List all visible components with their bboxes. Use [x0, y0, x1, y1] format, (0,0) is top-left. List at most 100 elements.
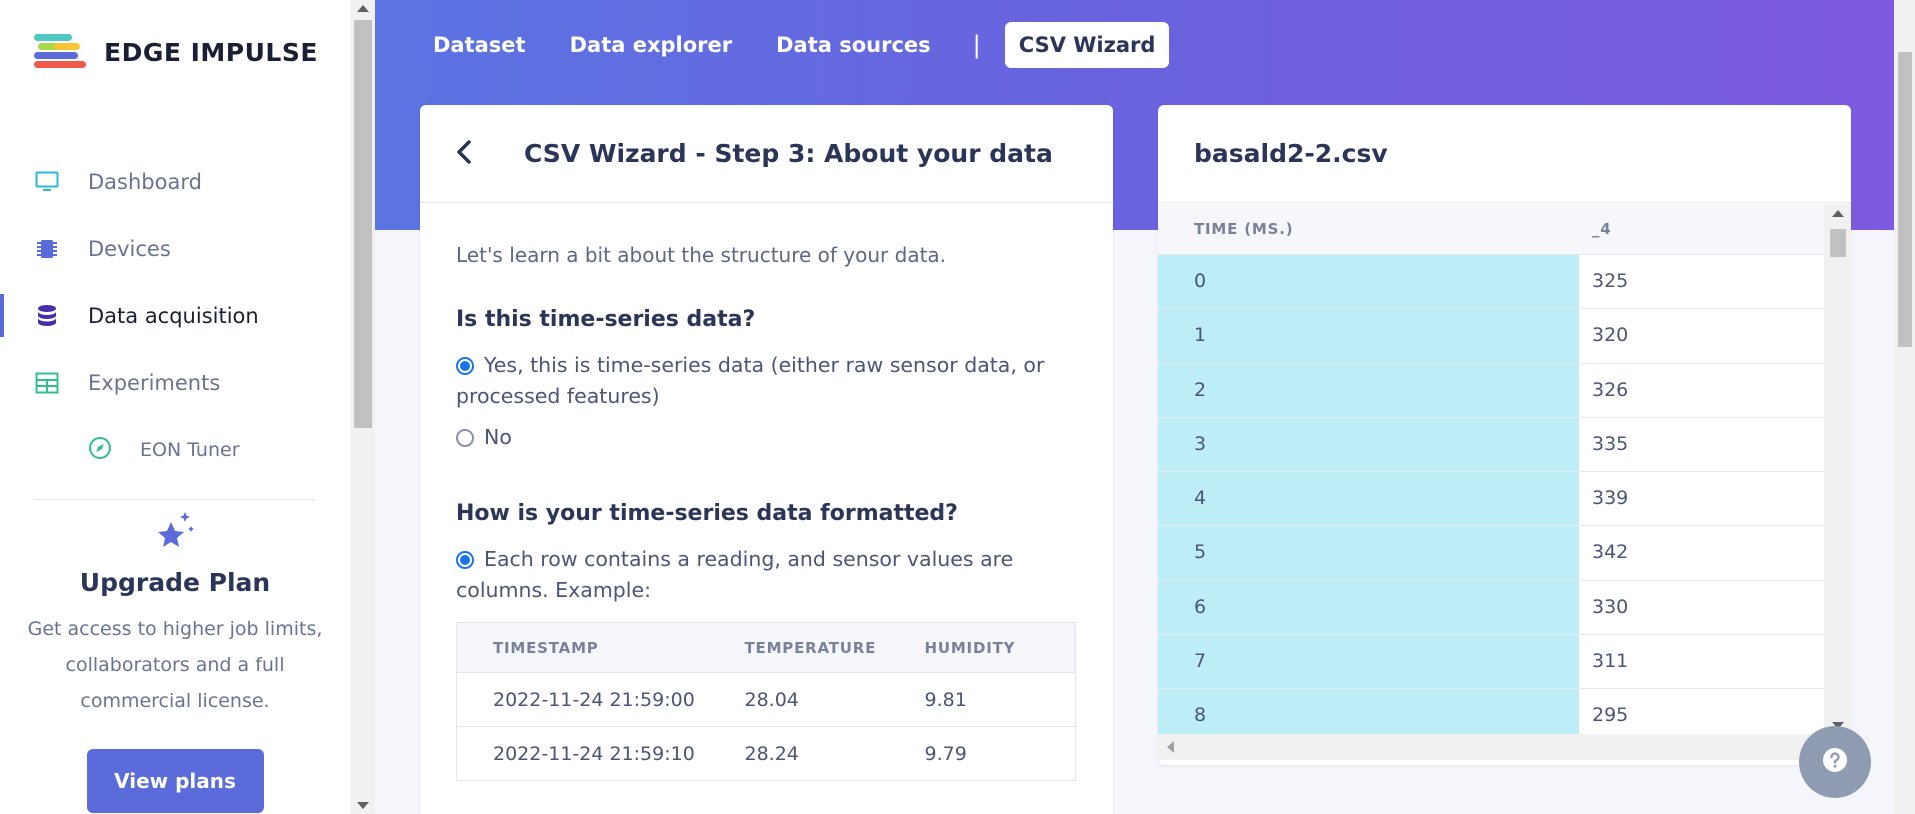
- table-cell: 326: [1592, 378, 1629, 401]
- compass-icon: [88, 436, 112, 464]
- sidebar-item-label: Data acquisition: [88, 303, 259, 328]
- column-header: HUMIDITY: [888, 622, 1076, 673]
- sidebar-scrollbar[interactable]: [351, 0, 375, 814]
- column-header[interactable]: TIME (MS.): [1194, 220, 1293, 238]
- table-row: 3 335: [1158, 417, 1824, 473]
- wizard-header: CSV Wizard - Step 3: About your data: [420, 105, 1113, 203]
- tab-dataset[interactable]: Dataset: [433, 33, 526, 57]
- sidebar-item-data-acquisition[interactable]: Data acquisition: [0, 282, 351, 349]
- brand-logo[interactable]: EDGE IMPULSE: [34, 32, 318, 72]
- sidebar-item-label: Experiments: [88, 370, 221, 395]
- csv-horizontal-scrollbar[interactable]: [1158, 734, 1824, 760]
- radio-unselected[interactable]: [456, 429, 474, 447]
- table-row: 0 325: [1158, 255, 1824, 310]
- table-row: 2 326: [1158, 363, 1824, 418]
- table-cell: 1: [1194, 324, 1207, 347]
- csv-wizard-card: CSV Wizard - Step 3: About your data Let…: [420, 105, 1113, 814]
- data-acquisition-tabs: Dataset Data explorer Data sources | CSV…: [375, 22, 1213, 68]
- tab-data-sources[interactable]: Data sources: [776, 33, 931, 57]
- sidebar-item-devices[interactable]: Devices: [0, 215, 351, 282]
- table-cell: 2022-11-24 21:59:10: [456, 726, 709, 781]
- option-label: Yes, this is time-series data (either ra…: [456, 353, 1045, 408]
- table-cell: 5: [1194, 541, 1207, 564]
- table-cell: 320: [1592, 324, 1629, 347]
- table-cell: 339: [1592, 487, 1629, 510]
- sidebar-item-eon-tuner[interactable]: EON Tuner: [0, 416, 351, 483]
- table-cell: 0: [1194, 270, 1207, 292]
- question-icon: [1822, 747, 1848, 777]
- chip-icon: [34, 236, 60, 262]
- table-row: 2022-11-24 21:59:00 28.04 9.81: [456, 672, 1076, 727]
- chevron-left-icon: [456, 139, 472, 168]
- grid-icon: [34, 370, 60, 396]
- table-row: 4 339: [1158, 472, 1824, 527]
- column-header: TIMESTAMP: [456, 622, 709, 673]
- csv-scroll-thumb[interactable]: [1830, 229, 1846, 257]
- radio-selected[interactable]: [456, 551, 474, 569]
- wizard-body: Let's learn a bit about the structure of…: [420, 243, 1113, 781]
- csv-vertical-scrollbar[interactable]: [1824, 204, 1851, 734]
- monitor-icon: [34, 169, 60, 195]
- help-button[interactable]: [1799, 726, 1871, 798]
- example-table: TIMESTAMP TEMPERATURE HUMIDITY 2022-11-2…: [456, 622, 1076, 781]
- question-format: How is your time-series data formatted?: [456, 501, 958, 526]
- scroll-up-arrow-icon[interactable]: [1832, 210, 1844, 217]
- wizard-intro: Let's learn a bit about the structure of…: [456, 243, 947, 267]
- table-cell: 330: [1592, 595, 1629, 618]
- tab-csv-wizard[interactable]: CSV Wizard: [1004, 22, 1170, 68]
- option-yes-time-series[interactable]: Yes, this is time-series data (either ra…: [456, 350, 1077, 412]
- sidebar-item-experiments[interactable]: Experiments: [0, 349, 351, 416]
- table-cell: 295: [1592, 704, 1629, 727]
- table-cell: 28.24: [708, 726, 889, 781]
- scroll-left-arrow-icon[interactable]: [1167, 741, 1174, 753]
- table-cell: 28.04: [708, 672, 889, 727]
- edge-impulse-logo-icon: [34, 32, 88, 72]
- brand-name: EDGE IMPULSE: [104, 37, 318, 67]
- upgrade-description: Get access to higher job limits, collabo…: [27, 618, 323, 712]
- radio-selected[interactable]: [456, 357, 474, 375]
- scroll-up-arrow-icon[interactable]: [357, 5, 369, 12]
- scroll-down-arrow-icon[interactable]: [357, 802, 369, 809]
- tab-data-explorer[interactable]: Data explorer: [570, 33, 733, 57]
- csv-preview-card: basald2-2.csv TIME (MS.) _4 0 325 1 320 2 3…: [1158, 105, 1851, 765]
- wizard-title: CSV Wizard - Step 3: About your data: [524, 139, 1053, 168]
- table-cell: 325: [1592, 270, 1629, 292]
- table-row: 6 330: [1158, 580, 1824, 636]
- view-plans-button[interactable]: View plans: [86, 749, 264, 813]
- sidebar-item-label: Dashboard: [88, 169, 202, 194]
- column-header[interactable]: _4: [1592, 220, 1612, 238]
- csv-rows: 0 325 1 320 2 326 3 335 4 339 5 342 6 330 7 311 …: [1158, 255, 1824, 744]
- table-cell: 4: [1194, 487, 1207, 510]
- tab-separator: |: [972, 31, 981, 59]
- table-row: 2022-11-24 21:59:10 28.24 9.79: [456, 726, 1076, 781]
- table-row: 5 342: [1158, 526, 1824, 581]
- option-no[interactable]: No: [456, 422, 1077, 453]
- table-cell: 6: [1194, 595, 1207, 618]
- page-scrollbar[interactable]: [1894, 0, 1915, 814]
- table-cell: 311: [1592, 650, 1629, 673]
- csv-header-row: TIME (MS.) _4: [1158, 204, 1824, 255]
- table-cell: 342: [1592, 541, 1629, 564]
- table-cell: 7: [1194, 650, 1207, 673]
- sidebar-scroll-thumb[interactable]: [354, 20, 372, 428]
- table-cell: 2022-11-24 21:59:00: [456, 672, 709, 727]
- back-button[interactable]: [456, 139, 486, 168]
- sidebar-item-label: Devices: [88, 236, 171, 261]
- option-row-per-reading[interactable]: Each row contains a reading, and sensor …: [456, 544, 1077, 606]
- page-scroll-thumb[interactable]: [1898, 52, 1912, 347]
- table-row: 1 320: [1158, 309, 1824, 364]
- table-cell: 335: [1592, 432, 1629, 455]
- sidebar-divider: [34, 499, 315, 500]
- option-label: No: [484, 425, 512, 449]
- upgrade-plan-panel: Upgrade Plan Get access to higher job li…: [20, 510, 330, 813]
- table-cell: 8: [1194, 704, 1207, 727]
- option-label: Each row contains a reading, and sensor …: [456, 547, 1014, 602]
- database-icon: [34, 303, 60, 329]
- table-cell: 9.79: [888, 726, 1076, 781]
- table-cell: 9.81: [888, 672, 1076, 727]
- preview-filename: basald2-2.csv: [1194, 139, 1388, 168]
- csv-preview-table[interactable]: TIME (MS.) _4 0 325 1 320 2 326 3 335 4 339 5…: [1158, 204, 1851, 765]
- table-row: 7 311: [1158, 635, 1824, 690]
- sidebar-item-dashboard[interactable]: Dashboard: [0, 148, 351, 215]
- sidebar: EDGE IMPULSE Dashboard Devices Data acqu…: [0, 0, 351, 814]
